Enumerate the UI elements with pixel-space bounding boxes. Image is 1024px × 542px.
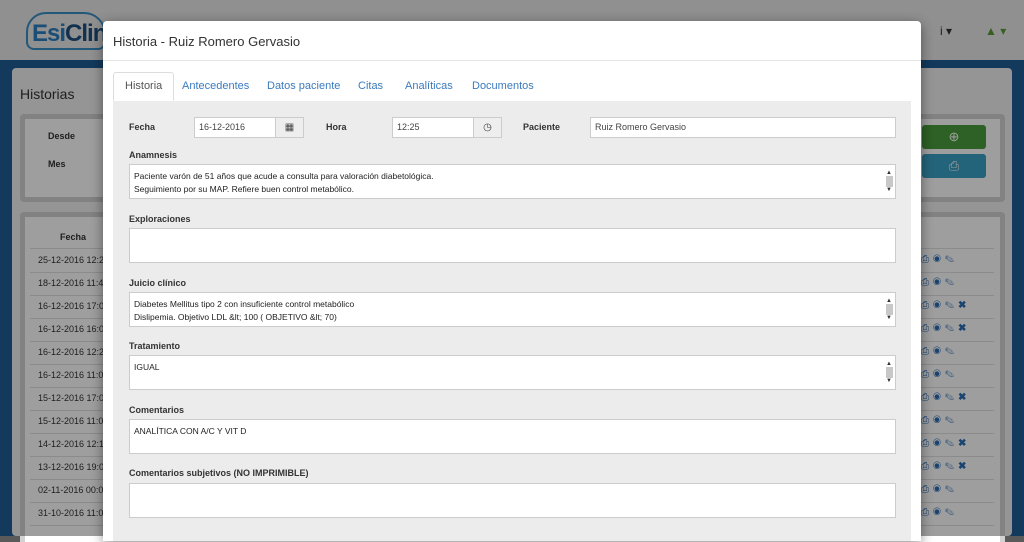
fecha-field[interactable]: 16-12-2016: [194, 117, 276, 138]
tab-antecedentes[interactable]: Antecedentes: [171, 72, 260, 100]
scrollbar[interactable]: ▲ ▼: [884, 294, 894, 325]
historia-modal: Historia - Ruiz Romero Gervasio Historia…: [103, 21, 921, 541]
historia-form: Fecha 16-12-2016 ▦ Hora 12:25 ◷ Paciente…: [113, 101, 911, 541]
tab-documentos[interactable]: Documentos: [461, 72, 545, 100]
paciente-label: Paciente: [523, 122, 561, 132]
anamnesis-line: Seguimiento por su MAP. Refiere buen con…: [134, 184, 355, 194]
hora-label: Hora: [326, 122, 347, 132]
comentarios-textarea[interactable]: ANALÍTICA CON A/C Y VIT D: [129, 419, 896, 454]
tab-citas[interactable]: Citas: [347, 72, 394, 100]
tab-historia[interactable]: Historia: [113, 72, 175, 101]
modal-header-divider: [103, 60, 921, 61]
juicio-clinico-label: Juicio clínico: [129, 278, 187, 288]
comentarios-subjetivos-textarea[interactable]: [129, 483, 896, 518]
tratamiento-label: Tratamiento: [129, 341, 181, 351]
juicio-line: Dislipemia. Objetivo LDL &lt; 100 ( OBJE…: [134, 312, 337, 322]
tab-datos-paciente[interactable]: Datos paciente: [256, 72, 351, 100]
scrollbar[interactable]: ▲ ▼: [884, 357, 894, 388]
fecha-label: Fecha: [129, 122, 156, 132]
modal-title: Historia - Ruiz Romero Gervasio: [113, 34, 301, 49]
scroll-down-icon[interactable]: ▼: [886, 375, 892, 388]
hora-field[interactable]: 12:25: [392, 117, 474, 138]
anamnesis-label: Anamnesis: [129, 150, 178, 160]
calendar-icon[interactable]: ▦: [275, 117, 304, 138]
comentarios-subjetivos-label: Comentarios subjetivos (NO IMPRIMIBLE): [129, 468, 309, 478]
scroll-down-icon[interactable]: ▼: [886, 312, 892, 325]
comentarios-label: Comentarios: [129, 405, 185, 415]
scroll-down-icon[interactable]: ▼: [886, 184, 892, 197]
clock-icon[interactable]: ◷: [473, 117, 502, 138]
scrollbar[interactable]: ▲ ▼: [884, 166, 894, 197]
exploraciones-label: Exploraciones: [129, 214, 191, 224]
juicio-clinico-textarea[interactable]: Diabetes Mellitus tipo 2 con insuficient…: [129, 292, 896, 327]
tab-bar: Historia Antecedentes Datos paciente Cit…: [113, 72, 911, 102]
juicio-line: Diabetes Mellitus tipo 2 con insuficient…: [134, 299, 355, 309]
anamnesis-line: Paciente varón de 51 años que acude a co…: [134, 171, 434, 181]
tab-analiticas[interactable]: Analíticas: [394, 72, 464, 100]
exploraciones-textarea[interactable]: [129, 228, 896, 263]
tratamiento-textarea[interactable]: IGUAL ▲ ▼: [129, 355, 896, 390]
tratamiento-text: IGUAL: [134, 362, 160, 372]
paciente-field[interactable]: Ruiz Romero Gervasio: [590, 117, 896, 138]
anamnesis-textarea[interactable]: Paciente varón de 51 años que acude a co…: [129, 164, 896, 199]
